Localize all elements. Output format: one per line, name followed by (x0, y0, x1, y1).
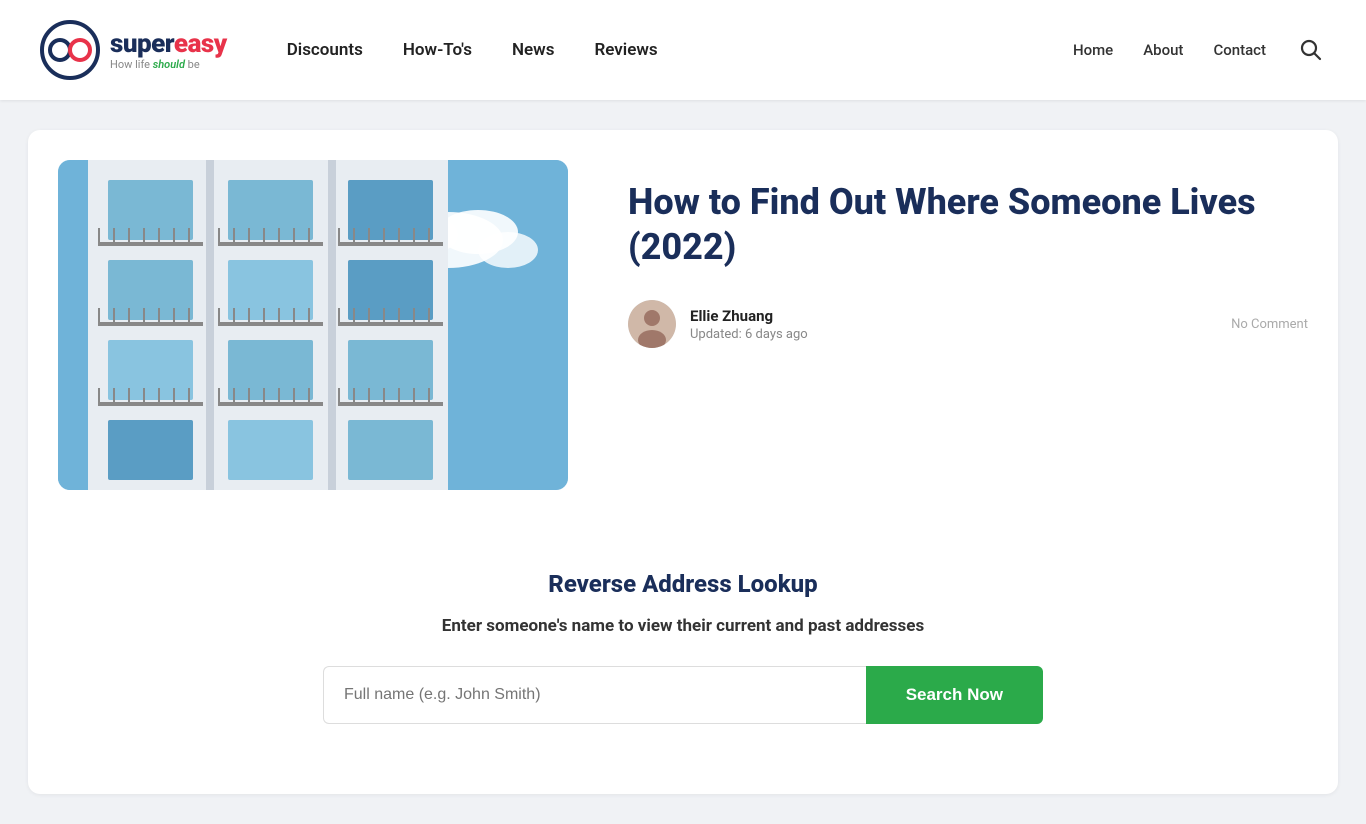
search-button[interactable] (1296, 35, 1326, 65)
nav-link-home[interactable]: Home (1073, 41, 1113, 59)
lookup-title: Reverse Address Lookup (58, 570, 1308, 598)
right-nav: Home About Contact (1073, 35, 1326, 65)
lookup-form: Search Now (323, 666, 1043, 724)
article-meta: How to Find Out Where Someone Lives (202… (628, 160, 1308, 356)
lookup-widget: Reverse Address Lookup Enter someone's n… (58, 550, 1308, 744)
nav-link-contact[interactable]: Contact (1213, 41, 1266, 59)
article-card: How to Find Out Where Someone Lives (202… (28, 130, 1338, 794)
author-avatar (628, 300, 676, 348)
nav-link-reviews[interactable]: Reviews (594, 40, 657, 60)
logo-text: supereasy How life should be (110, 31, 227, 70)
article-image (58, 160, 568, 490)
author-updated: Updated: 6 days ago (690, 327, 808, 342)
main-content: How to Find Out Where Someone Lives (202… (0, 100, 1366, 824)
lookup-subtitle: Enter someone's name to view their curre… (58, 616, 1308, 636)
nav-link-howtos[interactable]: How-To's (403, 40, 472, 60)
logo-icon (40, 20, 100, 80)
logo-easy: easy (174, 29, 227, 59)
no-comment-label: No Comment (1231, 317, 1308, 332)
author-row: Ellie Zhuang Updated: 6 days ago No Comm… (628, 300, 1308, 348)
search-icon (1300, 39, 1322, 61)
article-title: How to Find Out Where Someone Lives (202… (628, 180, 1308, 270)
article-hero: How to Find Out Where Someone Lives (202… (58, 160, 1308, 490)
nav-link-discounts[interactable]: Discounts (287, 40, 363, 60)
nav-link-news[interactable]: News (512, 40, 554, 60)
author-info: Ellie Zhuang Updated: 6 days ago (690, 307, 808, 342)
main-nav: Discounts How-To's News Reviews (287, 40, 1073, 60)
author-name: Ellie Zhuang (690, 307, 808, 325)
logo-super: super (110, 29, 174, 59)
nav-link-about[interactable]: About (1143, 41, 1183, 59)
search-now-button[interactable]: Search Now (866, 666, 1043, 724)
name-search-input[interactable] (323, 666, 866, 724)
site-header: supereasy How life should be Discounts H… (0, 0, 1366, 100)
logo[interactable]: supereasy How life should be (40, 20, 227, 80)
logo-tagline: How life should be (110, 59, 227, 70)
